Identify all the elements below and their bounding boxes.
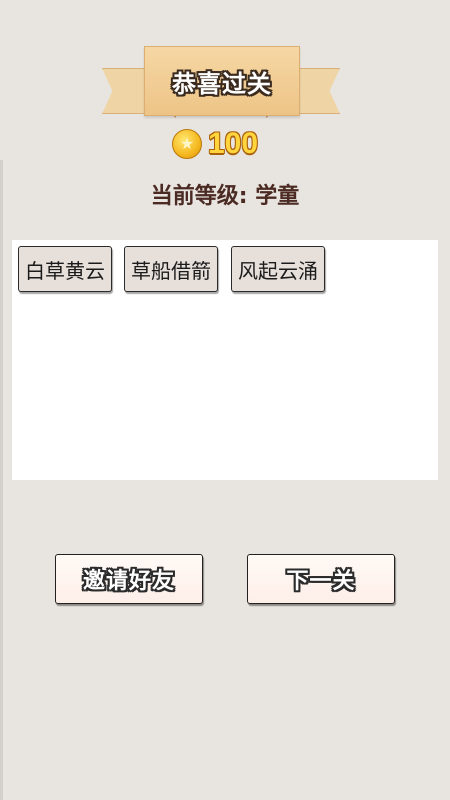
coin-balance: ★ 100 <box>172 127 258 161</box>
idiom-chip[interactable]: 白草黄云 <box>18 246 112 292</box>
current-level: 当前等级: 学童 <box>150 184 300 209</box>
coin-star-icon: ★ <box>172 129 202 159</box>
next-level-button[interactable]: 下一关 <box>247 554 395 604</box>
banner-title: 恭喜过关 <box>172 69 272 98</box>
invite-friends-button[interactable]: 邀请好友 <box>55 554 203 604</box>
ribbon-center: 恭喜过关 <box>144 46 300 116</box>
level-complete-banner: 恭喜过关 <box>100 46 342 122</box>
invite-friends-label: 邀请好友 <box>82 569 175 594</box>
idiom-panel: 白草黄云 草船借箭 风起云涌 <box>12 240 438 480</box>
next-level-label: 下一关 <box>286 569 356 594</box>
idiom-chip[interactable]: 风起云涌 <box>231 246 325 292</box>
left-edge-divider <box>0 160 3 800</box>
coin-count: 100 <box>208 127 259 160</box>
idiom-chip[interactable]: 草船借箭 <box>124 246 218 292</box>
